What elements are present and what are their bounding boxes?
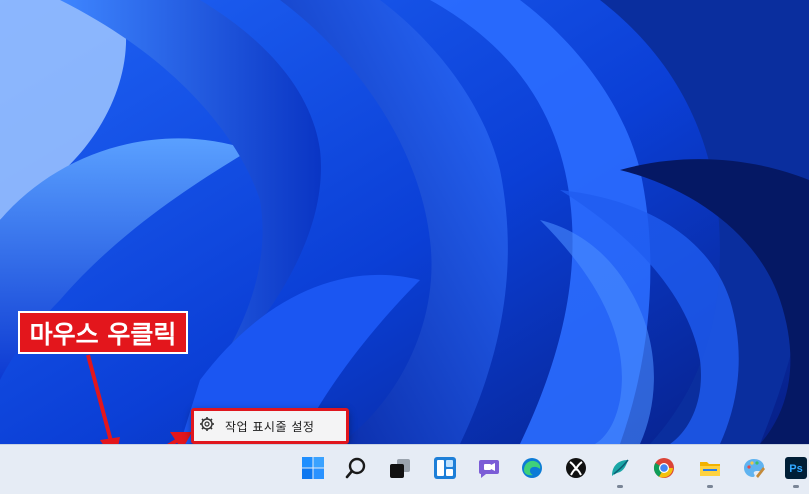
task-view-icon[interactable] — [387, 455, 413, 481]
edge-icon[interactable] — [519, 455, 545, 481]
taskbar-context-menu: 작업 표시줄 설정 — [191, 408, 349, 444]
taskbar-settings-menu-item[interactable]: 작업 표시줄 설정 — [199, 414, 314, 438]
photoshop-icon[interactable]: Ps — [783, 455, 809, 481]
chrome-icon[interactable] — [651, 455, 677, 481]
xbox-icon[interactable] — [563, 455, 589, 481]
widgets-icon[interactable] — [432, 455, 458, 481]
running-indicator — [617, 485, 623, 488]
right-click-callout: 마우스 우클릭 — [18, 311, 188, 354]
menu-item-label: 작업 표시줄 설정 — [225, 419, 315, 434]
start-icon[interactable] — [300, 455, 326, 481]
photoshop-label: Ps — [789, 463, 802, 475]
running-indicator — [707, 485, 713, 488]
paint-icon[interactable] — [741, 455, 767, 481]
file-explorer-icon[interactable] — [697, 455, 723, 481]
gear-icon — [199, 416, 215, 436]
app-icon[interactable] — [607, 455, 633, 481]
search-icon[interactable] — [343, 455, 369, 481]
teams-chat-icon[interactable] — [476, 455, 502, 481]
running-indicator — [793, 485, 799, 488]
desktop-wallpaper — [0, 0, 809, 493]
